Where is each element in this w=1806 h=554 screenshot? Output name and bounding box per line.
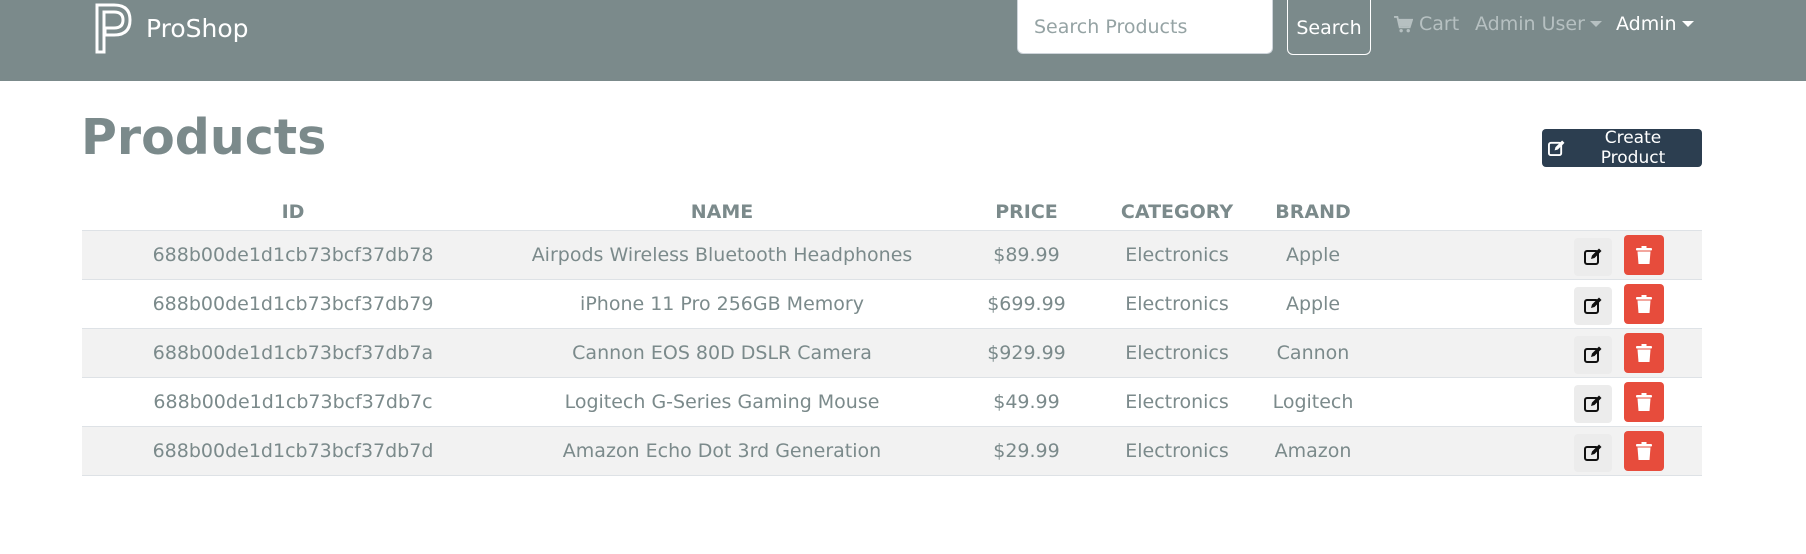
cell-name: iPhone 11 Pro 256GB Memory — [504, 279, 940, 329]
chevron-down-icon — [1589, 21, 1602, 27]
cell-id: 688b00de1d1cb73bcf37db78 — [82, 230, 504, 280]
cell-name: Amazon Echo Dot 3rd Generation — [504, 426, 940, 476]
navbar: ProShop Search Cart Admin User Admin — [0, 0, 1806, 81]
cell-brand: Cannon — [1241, 328, 1385, 378]
column-header-id: ID — [82, 193, 504, 231]
cell-actions — [1385, 230, 1702, 280]
edit-product-button[interactable] — [1574, 238, 1612, 276]
trash-icon — [1636, 295, 1652, 313]
edit-icon — [1548, 139, 1565, 156]
cell-id: 688b00de1d1cb73bcf37db7c — [82, 377, 504, 427]
cell-id: 688b00de1d1cb73bcf37db7d — [82, 426, 504, 476]
edit-icon — [1584, 297, 1602, 314]
row-actions — [1385, 381, 1702, 423]
column-header-category: CATEGORY — [1113, 193, 1241, 231]
cell-brand: Apple — [1241, 279, 1385, 329]
delete-product-button[interactable] — [1624, 382, 1664, 422]
cell-category: Electronics — [1113, 279, 1241, 329]
cell-category: Electronics — [1113, 230, 1241, 280]
table-row: 688b00de1d1cb73bcf37db7c Logitech G-Seri… — [82, 377, 1702, 427]
user-menu-label: Admin User — [1475, 13, 1585, 35]
column-header-price: PRICE — [940, 193, 1113, 231]
edit-icon — [1584, 248, 1602, 265]
row-actions — [1385, 283, 1702, 325]
shopping-cart-icon — [1394, 15, 1413, 32]
edit-icon — [1584, 444, 1602, 461]
row-actions — [1385, 332, 1702, 374]
edit-icon — [1584, 395, 1602, 412]
cell-price: $89.99 — [940, 230, 1113, 280]
cell-price: $929.99 — [940, 328, 1113, 378]
cell-category: Electronics — [1113, 377, 1241, 427]
create-product-label: Create Product — [1600, 128, 1666, 168]
brand-name: ProShop — [146, 13, 249, 43]
delete-product-button[interactable] — [1624, 235, 1664, 275]
cell-category: Electronics — [1113, 328, 1241, 378]
cart-link[interactable]: Cart — [1394, 10, 1459, 38]
admin-menu-dropdown[interactable]: Admin — [1616, 10, 1694, 38]
cell-price: $699.99 — [940, 279, 1113, 329]
table-header-row: ID NAME PRICE CATEGORY BRAND — [82, 193, 1702, 231]
cell-actions — [1385, 328, 1702, 378]
column-header-name: NAME — [504, 193, 940, 231]
cell-id: 688b00de1d1cb73bcf37db7a — [82, 328, 504, 378]
user-menu-dropdown[interactable]: Admin User — [1475, 10, 1602, 38]
trash-icon — [1636, 393, 1652, 411]
trash-icon — [1636, 442, 1652, 460]
column-header-actions — [1385, 193, 1702, 231]
edit-product-button[interactable] — [1574, 385, 1612, 423]
table-row: 688b00de1d1cb73bcf37db78 Airpods Wireles… — [82, 230, 1702, 280]
cart-label: Cart — [1419, 13, 1460, 35]
cell-name: Cannon EOS 80D DSLR Camera — [504, 328, 940, 378]
products-table: ID NAME PRICE CATEGORY BRAND 688b00de1d1… — [82, 193, 1702, 476]
edit-product-button[interactable] — [1574, 287, 1612, 325]
delete-product-button[interactable] — [1624, 284, 1664, 324]
table-row: 688b00de1d1cb73bcf37db79 iPhone 11 Pro 2… — [82, 279, 1702, 329]
admin-menu-label: Admin — [1616, 13, 1677, 35]
cell-brand: Apple — [1241, 230, 1385, 280]
delete-product-button[interactable] — [1624, 333, 1664, 373]
trash-icon — [1636, 246, 1652, 264]
delete-product-button[interactable] — [1624, 431, 1664, 471]
cell-name: Logitech G-Series Gaming Mouse — [504, 377, 940, 427]
row-actions — [1385, 234, 1702, 276]
cell-category: Electronics — [1113, 426, 1241, 476]
table-row: 688b00de1d1cb73bcf37db7d Amazon Echo Dot… — [82, 426, 1702, 476]
trash-icon — [1636, 344, 1652, 362]
table-row: 688b00de1d1cb73bcf37db7a Cannon EOS 80D … — [82, 328, 1702, 378]
edit-product-button[interactable] — [1574, 434, 1612, 472]
page-title: Products — [81, 109, 327, 166]
brand-link[interactable]: ProShop — [94, 2, 249, 54]
cell-actions — [1385, 426, 1702, 476]
cell-brand: Amazon — [1241, 426, 1385, 476]
row-actions — [1385, 430, 1702, 472]
cell-actions — [1385, 377, 1702, 427]
cell-name: Airpods Wireless Bluetooth Headphones — [504, 230, 940, 280]
cell-brand: Logitech — [1241, 377, 1385, 427]
cell-price: $49.99 — [940, 377, 1113, 427]
cell-price: $29.99 — [940, 426, 1113, 476]
edit-product-button[interactable] — [1574, 336, 1612, 374]
proshop-logo-icon — [95, 3, 132, 54]
chevron-down-icon — [1681, 21, 1694, 27]
search-input[interactable] — [1017, 0, 1273, 54]
search-button[interactable]: Search — [1287, 0, 1371, 55]
column-header-brand: BRAND — [1241, 193, 1385, 231]
cell-id: 688b00de1d1cb73bcf37db79 — [82, 279, 504, 329]
create-product-button[interactable]: Create Product — [1542, 128, 1702, 168]
edit-icon — [1584, 346, 1602, 363]
cell-actions — [1385, 279, 1702, 329]
